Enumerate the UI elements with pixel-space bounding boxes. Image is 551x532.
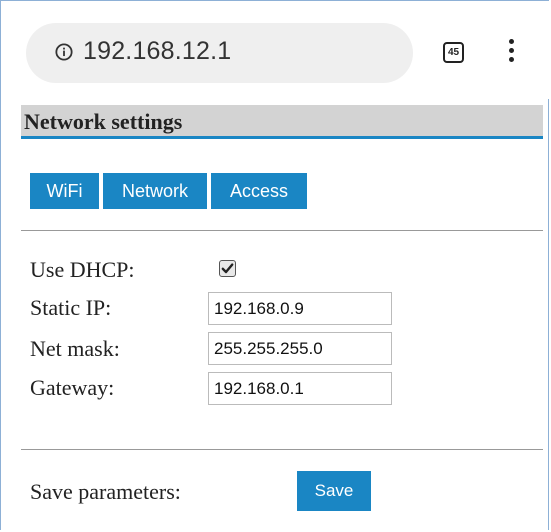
- net-mask-label: Net mask:: [30, 336, 120, 361]
- address-bar[interactable]: 192.168.12.1: [26, 23, 413, 83]
- gateway-input[interactable]: [208, 372, 392, 405]
- info-icon[interactable]: [55, 43, 73, 61]
- divider: [21, 449, 543, 450]
- more-vert-icon[interactable]: [506, 39, 516, 67]
- checkmark-icon: [221, 263, 234, 274]
- save-parameters-label: Save parameters:: [30, 479, 181, 504]
- tab-access[interactable]: Access: [211, 173, 307, 209]
- page-header: Network settings: [21, 105, 543, 139]
- use-dhcp-label: Use DHCP:: [30, 257, 135, 282]
- page-title: Network settings: [24, 109, 183, 134]
- static-ip-label: Static IP:: [30, 295, 112, 320]
- net-mask-input[interactable]: [208, 332, 392, 365]
- divider: [21, 230, 543, 231]
- tabs-count-icon[interactable]: 45: [443, 42, 464, 63]
- tab-wifi[interactable]: WiFi: [30, 173, 99, 209]
- gateway-label: Gateway:: [30, 375, 115, 400]
- url-text[interactable]: 192.168.12.1: [83, 37, 231, 66]
- save-button[interactable]: Save: [297, 471, 371, 511]
- static-ip-input[interactable]: [208, 292, 392, 325]
- browser-toolbar: 192.168.12.1 45: [1, 1, 549, 99]
- use-dhcp-checkbox[interactable]: [219, 260, 236, 277]
- tab-count: 45: [447, 47, 460, 58]
- tab-network[interactable]: Network: [103, 173, 207, 209]
